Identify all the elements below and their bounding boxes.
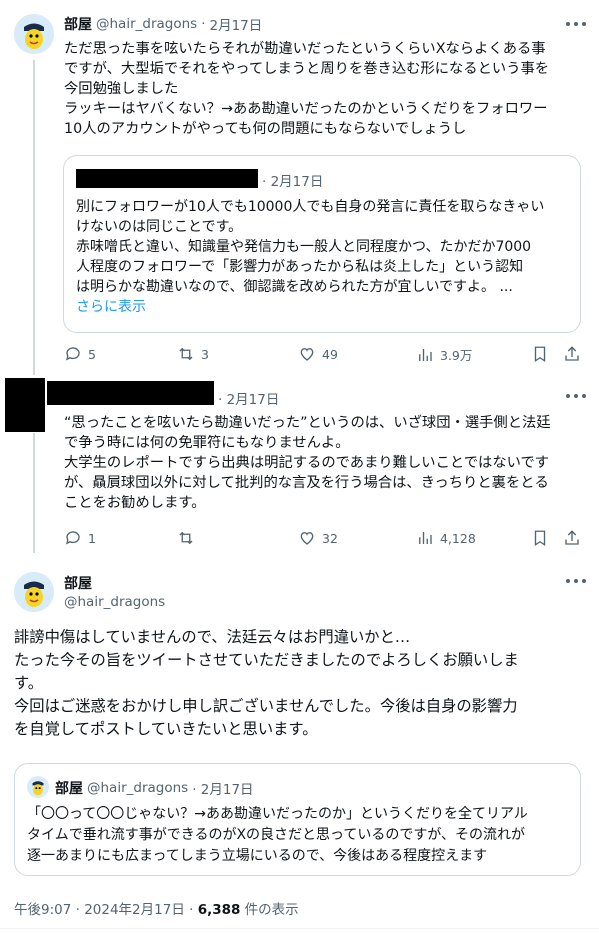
like-count: 49: [322, 346, 338, 362]
thread-line: [33, 60, 35, 375]
reply-button[interactable]: 5: [64, 345, 96, 363]
quoted-line: 別にフォロワーが10人でも10000人でも自身の発言に責任を取らなきゃい: [76, 199, 545, 215]
quoted-line: タイムで垂れ流す事ができるのがXの良さだと思っているのですが、その流れが: [27, 827, 526, 843]
reply-count: 1: [88, 530, 96, 546]
quoted-line: けないのは同じことです。: [76, 219, 243, 235]
avatar-image: [14, 14, 54, 54]
heart-icon: [300, 348, 314, 361]
more-options-icon[interactable]: [566, 22, 586, 28]
retweet-count: 3: [201, 346, 209, 362]
quoted-display-name: 部屋: [55, 781, 83, 797]
avatar[interactable]: [14, 572, 54, 612]
avatar: [27, 776, 49, 798]
tweet-text: 誹謗中傷はしていませんので、法廷云々はお門違いかと… たった今その旨をツイートさ…: [14, 626, 589, 741]
quoted-date: · 2月17日: [192, 782, 254, 798]
heart-icon: [300, 532, 314, 545]
tweet-text: ただ思った事を呟いたらそれが勘違いだったというくらいXならよくある事 ですが、大…: [64, 39, 589, 139]
bookmark-icon: [534, 346, 546, 363]
divider: [0, 928, 599, 929]
tweet-line: たった今その旨をツイートさせていただきましたのでよろしくお願いしま: [14, 651, 519, 669]
separator-dot: ·: [201, 16, 206, 32]
avatar-image: [14, 572, 54, 612]
action-bar: 5 3 49 3.9万: [64, 345, 582, 365]
tweet-line: ですが、大型垢でそれをやってしまうと周りを巻き込む形になるという事を: [64, 61, 550, 77]
views-button[interactable]: 3.9万: [416, 345, 472, 364]
retweet-icon: [179, 531, 193, 545]
like-count: 32: [322, 530, 338, 546]
tweet-header: 部屋 @hair_dragons · 2月17日: [64, 14, 262, 34]
quoted-line: 人程度のフォロワーで「影響力があったから私は炎上した」という認知: [76, 259, 524, 275]
view-count: 3.9万: [440, 348, 473, 363]
share-icon: [565, 346, 579, 361]
thread-line: [33, 433, 35, 553]
redacted-avatar: [5, 378, 45, 432]
tweet-date[interactable]: 2月17日: [210, 14, 263, 34]
quoted-text: 「〇〇って〇〇じゃない？→ああ勘違いだったのか」というくだりを全てリアル タイム…: [27, 804, 577, 867]
quoted-text: 別にフォロワーが10人でも10000人でも自身の発言に責任を取らなきゃい けない…: [76, 197, 576, 317]
tweet-line: 今回はご迷惑をおかけし申し訳ございませんでした。今後は自身の影響力: [14, 697, 518, 715]
tweet-line: “思ったことを呟いたら勘違いだった”というのは、いざ球団・選手側と法廷: [64, 415, 551, 431]
tweet-timestamp[interactable]: 午後9:07 · 2024年2月17日 ·: [14, 902, 198, 918]
reply-count: 5: [88, 346, 96, 362]
like-button[interactable]: 49: [298, 345, 338, 363]
share-icon: [565, 530, 579, 545]
reply-icon: [65, 531, 80, 545]
retweet-icon: [179, 347, 193, 361]
share-button[interactable]: [563, 345, 581, 363]
tweet-line: ことをお勧めします。: [64, 495, 206, 511]
action-bar: 1 32 4,128: [64, 529, 582, 549]
view-count: 4,128: [440, 530, 476, 546]
views-label: 件の表示: [240, 902, 299, 918]
reply-icon: [65, 347, 80, 361]
tweet-meta: 午後9:07 · 2024年2月17日 · 6,388 件の表示: [14, 898, 299, 918]
show-more-link[interactable]: さらに表示: [76, 297, 576, 317]
like-button[interactable]: 32: [298, 529, 338, 547]
views-button[interactable]: 4,128: [416, 529, 476, 547]
tweet-line: 誹謗中傷はしていませんので、法廷云々はお門違いかと…: [14, 628, 411, 646]
tweet-line: ラッキーはヤバくない？→ああ勘違いだったのかというくだりをフォロワー: [64, 101, 548, 117]
retweet-button[interactable]: [177, 529, 201, 547]
quoted-tweet[interactable]: · 2月17日 別にフォロワーが10人でも10000人でも自身の発言に責任を取ら…: [63, 155, 581, 333]
bookmark-button[interactable]: [531, 529, 549, 547]
view-count: 6,388: [197, 902, 241, 918]
more-options-icon[interactable]: [566, 579, 586, 585]
more-options-icon[interactable]: [566, 394, 586, 400]
share-button[interactable]: [563, 529, 581, 547]
tweet-line: 大学生のレポートですら出典は明記するのであまり難しいことではないです: [64, 455, 550, 471]
tweet-date[interactable]: · 2月17日: [218, 388, 279, 408]
reply-button[interactable]: 1: [64, 529, 96, 547]
tweet-line: ただ思った事を呟いたらそれが勘違いだったというくらいXならよくある事: [64, 41, 546, 57]
redacted-user: [47, 381, 214, 405]
quoted-line: は明らかな勘違いなので、御認識を改められた方が宜しいですよ。 ...: [76, 279, 513, 295]
tweet-line: が、贔屓球団以外に対して批判的な言及を行う場合は、きっちりと裏をとる: [64, 475, 549, 491]
quoted-line: 逐一あまりにも広まってしまう立場にいるので、今後はある程度控えます: [27, 848, 488, 864]
quoted-header: 部屋 @hair_dragons · 2月17日: [55, 778, 254, 798]
quoted-line: 「〇〇って〇〇じゃない？→ああ勘違いだったのか」というくだりを全てリアル: [27, 806, 528, 822]
user-handle[interactable]: @hair_dragons: [96, 16, 197, 32]
display-name[interactable]: 部屋: [64, 14, 92, 34]
avatar[interactable]: [14, 14, 54, 54]
tweet-text: “思ったことを呟いたら勘違いだった”というのは、いざ球団・選手側と法廷 で争う時…: [64, 413, 589, 513]
tweet-line: で争う時には何の免罪符にもなりませんよ。: [64, 435, 350, 451]
redacted-user: [76, 169, 258, 188]
views-icon: [419, 532, 432, 544]
retweet-button[interactable]: 3: [177, 345, 209, 363]
tweet-line: 10人のアカウントがやっても何の問題にもならないでしょうし: [64, 121, 467, 137]
display-name[interactable]: 部屋: [64, 573, 92, 593]
quoted-tweet[interactable]: 部屋 @hair_dragons · 2月17日 「〇〇って〇〇じゃない？→ああ…: [14, 763, 581, 876]
tweet-line: 今回勉強しました: [64, 81, 179, 97]
bookmark-icon: [534, 530, 546, 547]
avatar-image: [27, 776, 49, 798]
bookmark-button[interactable]: [531, 345, 549, 363]
quoted-line: 赤味噌氏と違い、知識量や発信力も一般人と同程度かつ、たかだか7000: [76, 239, 532, 255]
quoted-handle: @hair_dragons: [87, 780, 189, 796]
tweet-line: を自覚してポストしていきたいと思います。: [14, 720, 318, 738]
tweet-line: す。: [14, 674, 44, 692]
user-handle[interactable]: @hair_dragons: [64, 594, 165, 610]
quoted-date: · 2月17日: [262, 174, 324, 190]
views-icon: [419, 348, 432, 361]
